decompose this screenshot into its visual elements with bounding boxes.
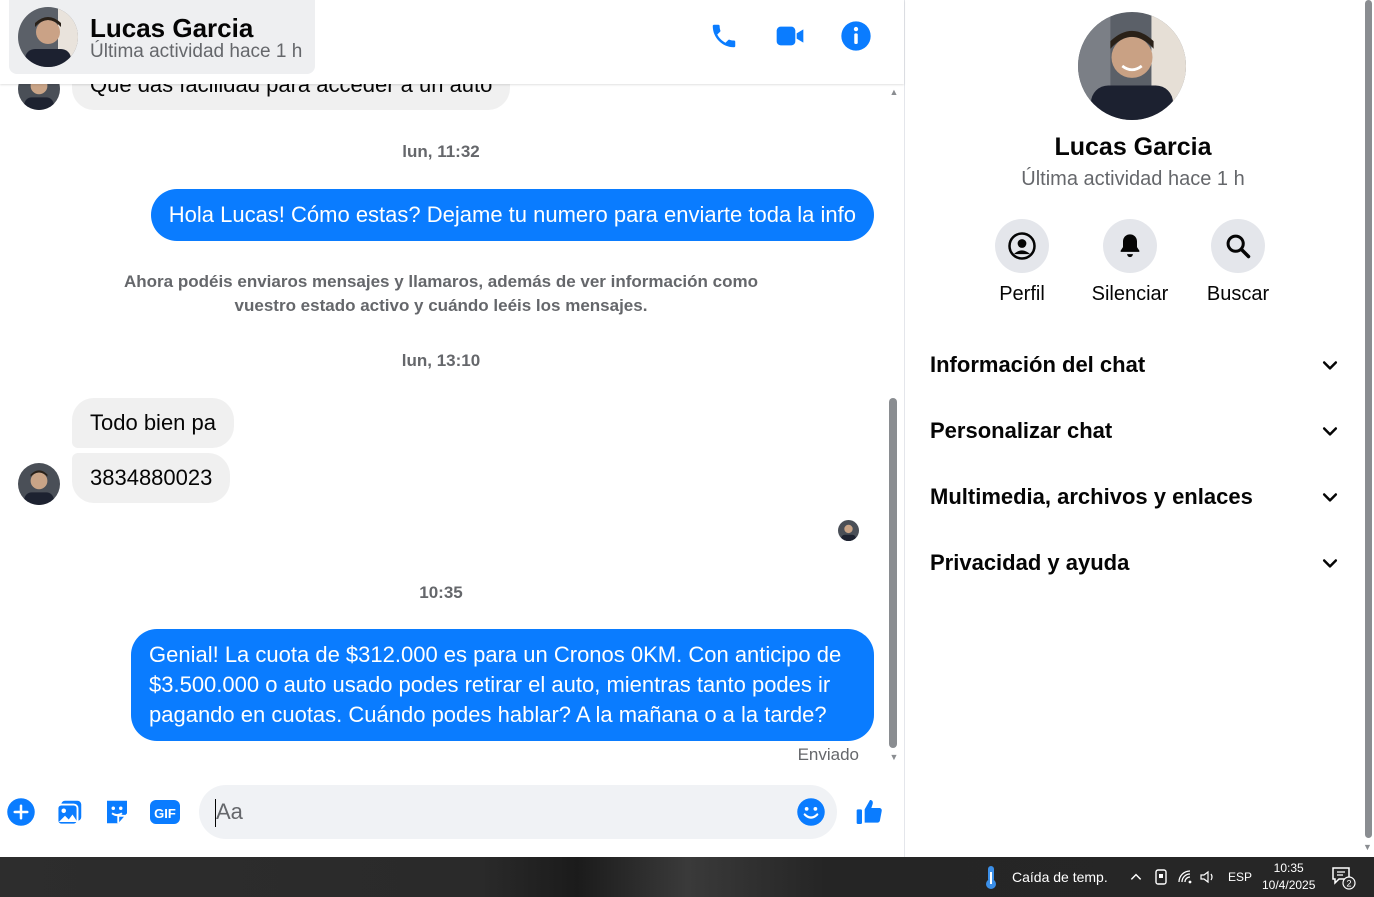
- weather-text: Caída de temp.: [1012, 869, 1108, 885]
- profile-icon: [1008, 232, 1036, 260]
- phone-icon: [712, 24, 736, 48]
- panel-contact-status: Última actividad hace 1 h: [1021, 168, 1245, 190]
- svg-text:GIF: GIF: [154, 806, 176, 821]
- conversation-details-panel: Lucas Garcia Última actividad hace 1 h P…: [904, 0, 1374, 857]
- panel-contact-name: Lucas Garcia: [1054, 133, 1212, 161]
- scroll-down-arrow[interactable]: ▼: [888, 751, 900, 763]
- message-input[interactable]: [199, 785, 837, 839]
- outgoing-message[interactable]: Hola Lucas! Cómo estas? Dejame tu numero…: [150, 189, 874, 241]
- chat-header: Lucas Garcia Última actividad hace 1 h: [0, 0, 904, 84]
- more-actions-button[interactable]: [4, 795, 38, 829]
- show-hidden-icons-button[interactable]: [1129, 857, 1143, 897]
- volume-button[interactable]: [1200, 857, 1216, 897]
- clock-time: 10:35: [1273, 861, 1304, 875]
- text-caret: [215, 799, 216, 827]
- speaker-icon: [1200, 870, 1213, 884]
- chevron-down-icon: [1322, 427, 1338, 436]
- messenger-window: Que das facilidad para acceder a un auto…: [0, 0, 1374, 897]
- contact-avatar-small[interactable]: [18, 84, 60, 110]
- clock[interactable]: 10:35 10/4/2025: [1262, 857, 1315, 897]
- section-privacy-support[interactable]: Privacidad y ayuda: [930, 541, 1340, 585]
- section-customize-chat[interactable]: Personalizar chat: [930, 409, 1340, 453]
- section-label: Multimedia, archivos y enlaces: [930, 484, 1253, 509]
- outgoing-message[interactable]: Genial! La cuota de $312.000 es para un …: [131, 629, 874, 741]
- profile-action[interactable]: Perfil: [968, 219, 1076, 306]
- tray-device-icon-button[interactable]: [1154, 857, 1168, 897]
- incoming-message[interactable]: Que das facilidad para acceder a un auto: [72, 84, 511, 110]
- contact-avatar[interactable]: [18, 7, 78, 67]
- search-action[interactable]: Buscar: [1184, 219, 1292, 306]
- contact-avatar-small[interactable]: [18, 463, 60, 505]
- notification-center-button[interactable]: 2: [1330, 857, 1356, 897]
- weather-widget[interactable]: Caída de temp.: [980, 857, 1108, 897]
- gif-icon: GIF: [150, 800, 180, 824]
- conversation-info-button[interactable]: [836, 16, 876, 56]
- device-icon: [1155, 869, 1167, 885]
- language-indicator[interactable]: ESP: [1228, 857, 1252, 897]
- emoji-button[interactable]: [794, 795, 828, 829]
- seen-receipt-avatar: [838, 520, 859, 541]
- panel-scrollbar[interactable]: ▼: [1361, 0, 1374, 857]
- sticker-button[interactable]: [100, 795, 134, 829]
- incoming-message[interactable]: 3834880023: [72, 453, 231, 503]
- timestamp-separator: lun, 11:32: [402, 142, 480, 161]
- section-chat-info[interactable]: Información del chat: [930, 343, 1340, 387]
- wifi-icon: [1178, 870, 1192, 884]
- gif-button[interactable]: GIF: [148, 795, 182, 829]
- scroll-up-arrow[interactable]: ▲: [888, 86, 900, 98]
- clock-date: 10/4/2025: [1262, 878, 1316, 892]
- image-icon: [56, 800, 82, 826]
- like-button[interactable]: [853, 795, 887, 829]
- attach-photo-button[interactable]: [53, 795, 87, 829]
- scroll-thumb[interactable]: [889, 398, 897, 748]
- info-icon: [841, 21, 871, 51]
- thermometer-icon: [986, 866, 996, 889]
- section-label: Personalizar chat: [930, 418, 1113, 443]
- header-contact-card[interactable]: Lucas Garcia Última actividad hace 1 h: [9, 0, 315, 74]
- windows-taskbar: Caída de temp. ESP 10:35 10/4/2025 2: [0, 857, 1374, 897]
- sticker-icon: [107, 800, 127, 824]
- chat-scrollbar[interactable]: ▲ ▼: [888, 84, 900, 767]
- thumbs-up-icon: [856, 800, 882, 824]
- system-notice: Ahora podéis enviaros mensajes y llamaro…: [124, 272, 758, 315]
- bell-icon: [1120, 234, 1140, 258]
- search-icon: [1226, 234, 1251, 259]
- mute-action-label: Silenciar: [1091, 283, 1169, 305]
- chevron-down-icon: [1322, 559, 1338, 568]
- incoming-message[interactable]: Todo bien pa: [72, 398, 234, 448]
- message-composer: GIF: [0, 767, 904, 857]
- message-list: Que das facilidad para acceder a un auto…: [0, 84, 888, 767]
- section-label: Privacidad y ayuda: [930, 550, 1130, 575]
- contact-status: Última actividad hace 1 h: [90, 41, 303, 62]
- scroll-down-arrow[interactable]: ▼: [1363, 842, 1372, 852]
- chat-column: Que das facilidad para acceder a un auto…: [0, 0, 904, 857]
- chevron-up-icon: [1130, 873, 1142, 880]
- chevron-down-icon: [1322, 361, 1338, 370]
- panel-scroll-thumb[interactable]: [1365, 0, 1372, 838]
- plus-circle-icon: [7, 798, 35, 826]
- smiley-icon: [797, 798, 825, 826]
- search-action-label: Buscar: [1206, 283, 1270, 305]
- notification-icon: 2: [1332, 867, 1356, 890]
- voice-call-button[interactable]: [704, 16, 744, 56]
- section-label: Información del chat: [930, 352, 1146, 377]
- timestamp-separator: 10:35: [419, 583, 463, 602]
- profile-action-label: Perfil: [999, 283, 1045, 305]
- video-camera-icon: [776, 26, 804, 46]
- network-button[interactable]: [1178, 857, 1194, 897]
- timestamp-separator: lun, 13:10: [401, 351, 481, 370]
- section-media-files-links[interactable]: Multimedia, archivos y enlaces: [930, 475, 1340, 519]
- mute-action[interactable]: Silenciar: [1076, 219, 1184, 306]
- contact-name: Lucas Garcia: [90, 13, 254, 43]
- chevron-down-icon: [1322, 493, 1338, 502]
- video-call-button[interactable]: [770, 16, 810, 56]
- sent-status: Enviado: [797, 745, 859, 764]
- contact-avatar-large[interactable]: [1078, 12, 1186, 120]
- svg-text:2: 2: [1346, 879, 1351, 889]
